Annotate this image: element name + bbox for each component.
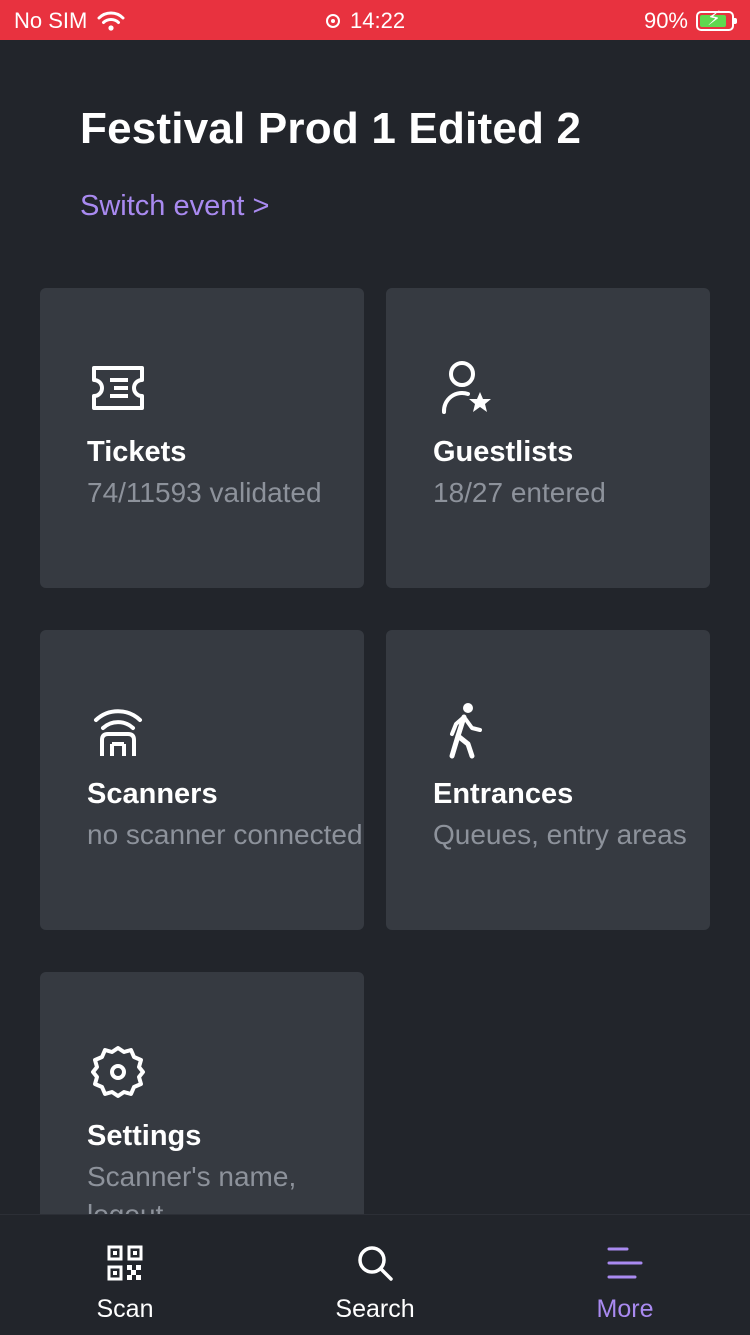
battery-percent: 90% (643, 8, 688, 33)
battery-charging-icon: ⚡ (696, 9, 737, 31)
tickets-card[interactable]: Tickets 74/11593 validated (40, 288, 364, 588)
settings-title: Settings (87, 1120, 202, 1152)
tab-search[interactable]: Search (250, 1215, 500, 1335)
guestlists-title: Guestlists (433, 436, 574, 468)
entrances-card[interactable]: Entrances Queues, entry areas (386, 630, 710, 930)
walking-person-icon (449, 703, 482, 759)
status-center: 14:22 (326, 8, 405, 34)
tab-scan[interactable]: Scan (0, 1215, 250, 1335)
scanners-title: Scanners (87, 778, 218, 810)
screen-record-icon (326, 14, 340, 28)
menu-lines-icon (607, 1247, 643, 1279)
tab-more-label: More (596, 1295, 654, 1323)
tickets-subtitle: 74/11593 validated (87, 477, 322, 508)
carrier-label: No SIM (14, 8, 88, 33)
tab-more[interactable]: More (500, 1215, 750, 1335)
search-icon (358, 1246, 393, 1281)
status-bar: No SIM 14:22 90% ⚡ (0, 0, 750, 40)
gear-icon (91, 1046, 145, 1098)
tab-bar: Scan Search More (0, 1214, 750, 1335)
event-title: Festival Prod 1 Edited 2 (80, 104, 582, 153)
entrances-subtitle: Queues, entry areas (433, 819, 687, 850)
ticket-icon (92, 366, 144, 410)
person-star-icon (441, 361, 491, 414)
tab-search-label: Search (335, 1295, 415, 1323)
guestlists-subtitle: 18/27 entered (433, 477, 606, 508)
entrances-title: Entrances (433, 778, 574, 810)
status-left: No SIM (14, 8, 125, 34)
clock: 14:22 (350, 8, 406, 33)
wifi-icon (97, 11, 125, 31)
scanners-card[interactable]: Scanners no scanner connected (40, 630, 364, 930)
tickets-title: Tickets (87, 436, 187, 468)
switch-event-link[interactable]: Switch event > (80, 190, 269, 223)
tab-scan-label: Scan (96, 1295, 154, 1323)
status-right: 90% ⚡ (643, 8, 737, 34)
scanners-subtitle: no scanner connected (87, 819, 363, 850)
qr-code-icon (107, 1245, 143, 1281)
wifi-scanner-icon (94, 709, 142, 756)
guestlists-card[interactable]: Guestlists 18/27 entered (386, 288, 710, 588)
